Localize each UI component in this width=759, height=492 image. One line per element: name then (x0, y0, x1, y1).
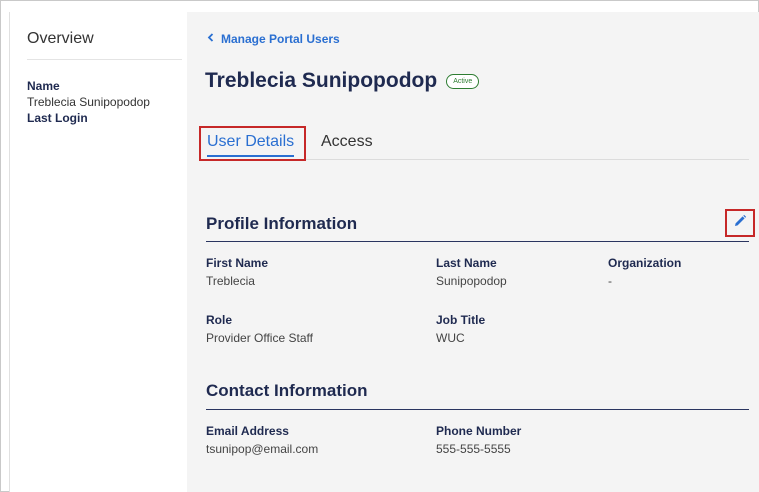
sidebar-name-label: Name (27, 79, 60, 93)
overview-sidebar: Overview Name Treblecia Sunipopodop Last… (9, 12, 187, 492)
email-value: tsunipop@email.com (206, 442, 319, 456)
sidebar-divider (27, 59, 182, 60)
sidebar-last-login-label: Last Login (27, 111, 88, 125)
profile-section-rule (206, 241, 749, 242)
tab-access[interactable]: Access (321, 133, 373, 151)
tab-user-details[interactable]: User Details (207, 133, 295, 157)
first-name-value: Treblecia (206, 274, 255, 288)
contact-section-rule (206, 409, 749, 410)
tab-bar: User Details Access (199, 126, 749, 161)
role-value: Provider Office Staff (206, 331, 313, 345)
role-label: Role (206, 313, 233, 327)
pencil-icon (733, 214, 747, 233)
app-frame: Overview Name Treblecia Sunipopodop Last… (0, 0, 759, 492)
contact-section-title: Contact Information (206, 381, 368, 400)
email-label: Email Address (206, 424, 289, 438)
user-name-heading: Treblecia Sunipopodop (205, 69, 438, 92)
sidebar-title: Overview (27, 30, 94, 47)
first-name-label: First Name (206, 256, 269, 270)
job-title-value: WUC (436, 331, 465, 345)
chevron-left-icon (207, 33, 214, 45)
sidebar-name-value: Treblecia Sunipopodop (27, 95, 150, 109)
manage-portal-users-link[interactable]: Manage Portal Users (207, 32, 340, 46)
organization-value: - (608, 274, 612, 288)
main-content: Manage Portal Users Treblecia Sunipopodo… (187, 12, 759, 492)
job-title-label: Job Title (436, 313, 486, 327)
edit-profile-button[interactable] (725, 209, 755, 237)
last-name-label: Last Name (436, 256, 497, 270)
phone-label: Phone Number (436, 424, 522, 438)
last-name-value: Sunipopodop (436, 274, 507, 288)
organization-label: Organization (608, 256, 682, 270)
back-link-label: Manage Portal Users (221, 32, 340, 46)
status-badge: Active (446, 73, 480, 89)
page-title: Treblecia Sunipopodop Active (205, 69, 480, 93)
profile-section-title: Profile Information (206, 214, 358, 233)
phone-value: 555-555-5555 (436, 442, 511, 456)
